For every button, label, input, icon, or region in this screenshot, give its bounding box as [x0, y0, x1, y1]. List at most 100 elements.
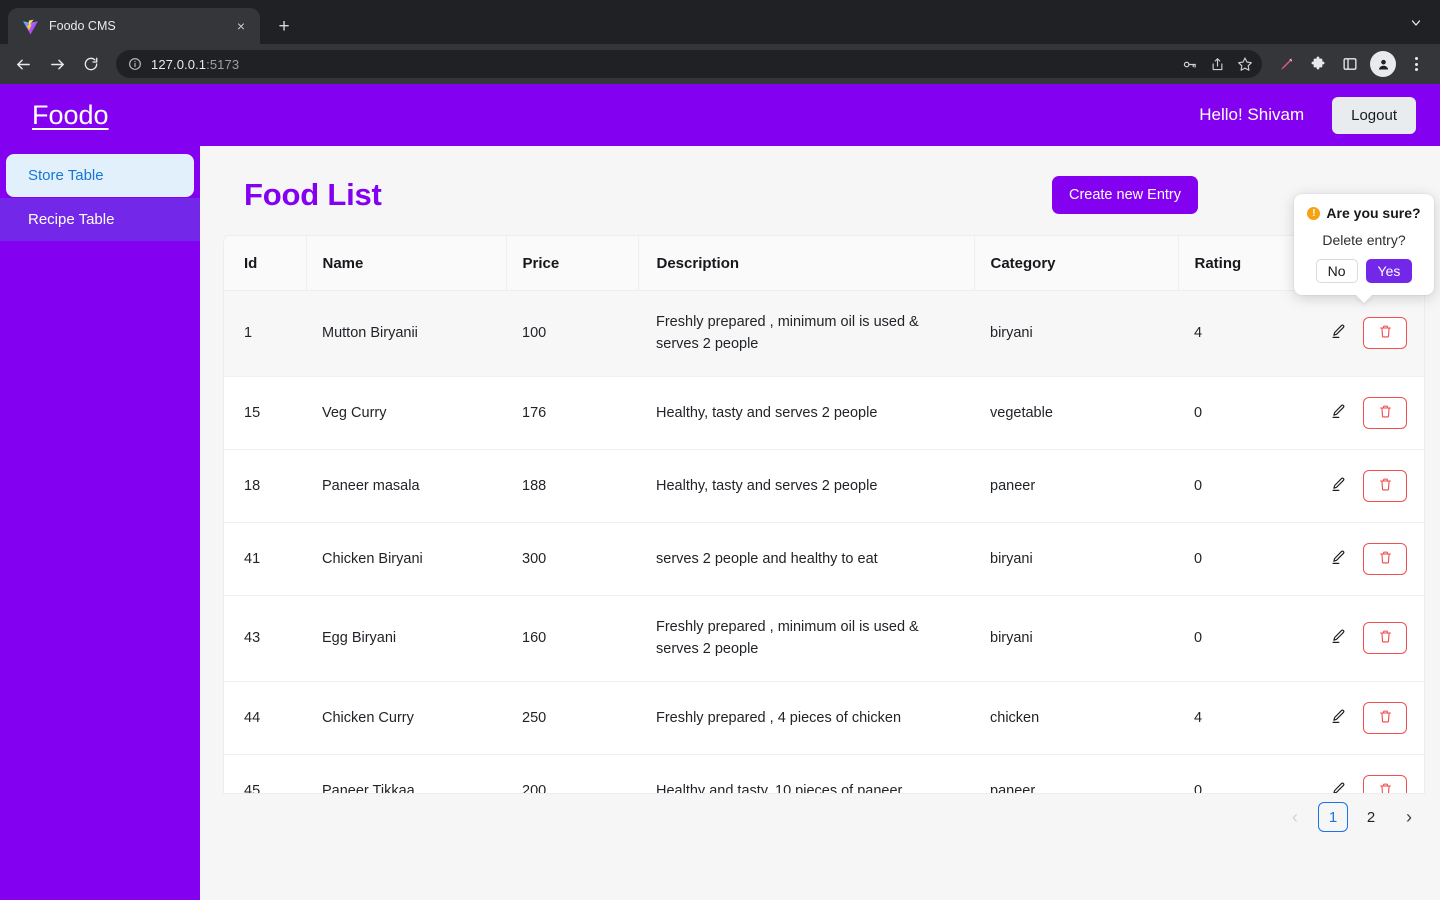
cell-name: Paneer masala	[306, 449, 506, 523]
delete-row-button[interactable]	[1363, 701, 1407, 734]
create-new-entry-button[interactable]: Create new Entry	[1051, 176, 1198, 214]
cell-id: 45	[224, 754, 306, 793]
cell-name: Veg Curry	[306, 376, 506, 450]
browser-window: Foodo CMS × + 127.0.0.1:5173 Foodo Hello…	[0, 0, 1440, 900]
cell-rating: 4	[1178, 681, 1328, 755]
share-icon[interactable]	[1204, 51, 1230, 77]
cell-id: 41	[224, 522, 306, 596]
cell-id: 44	[224, 681, 306, 755]
close-icon[interactable]: ×	[232, 17, 250, 35]
column-header-id[interactable]: Id	[224, 236, 307, 291]
pagination-prev-icon[interactable]: ‹	[1280, 802, 1310, 832]
page-body: Store Table Recipe Table Food List Creat…	[0, 146, 1440, 900]
table-body: 1 Mutton Biryanii 100 Freshly prepared , mi…	[224, 290, 1424, 793]
table-row[interactable]: 18 Paneer masala 188 Healthy, tasty and ser…	[224, 449, 1424, 523]
cell-actions	[1328, 290, 1424, 377]
delete-row-button[interactable]	[1363, 542, 1407, 575]
table-row[interactable]: 44 Chicken Curry 250 Freshly prepared , 4 p…	[224, 681, 1424, 755]
trash-icon	[1378, 629, 1393, 647]
cell-description: Healthy, tasty and serves 2 people	[638, 376, 974, 450]
pencil-icon	[1330, 476, 1347, 496]
cell-description: Healthy, tasty and serves 2 people	[638, 449, 974, 523]
edit-row-button[interactable]	[1328, 626, 1349, 650]
popover-yes-button[interactable]: Yes	[1365, 259, 1413, 283]
more-menu-icon[interactable]	[1402, 50, 1430, 78]
cell-rating: 4	[1178, 290, 1328, 377]
browser-tab[interactable]: Foodo CMS ×	[8, 8, 260, 44]
table-row[interactable]: 1 Mutton Biryanii 100 Freshly prepared , mi…	[224, 290, 1424, 377]
cell-rating: 0	[1178, 376, 1328, 450]
column-header-name[interactable]: Name	[306, 236, 507, 291]
cell-name: Egg Biryani	[306, 595, 506, 682]
header-right: Hello! Shivam Logout	[1199, 96, 1416, 134]
back-icon[interactable]	[8, 49, 38, 79]
logout-button[interactable]: Logout	[1332, 96, 1416, 134]
cell-description: Freshly prepared , minimum oil is used &…	[638, 595, 974, 682]
pen-highlighter-icon[interactable]	[1272, 50, 1300, 78]
table-row[interactable]: 41 Chicken Biryani 300 serves 2 people and …	[224, 522, 1424, 596]
chevron-down-icon[interactable]	[1402, 9, 1430, 37]
delete-row-button[interactable]	[1363, 396, 1407, 429]
table-row[interactable]: 45 Paneer Tikkaa 200 Healthy and tasty, 10 …	[224, 754, 1424, 793]
pencil-icon	[1330, 708, 1347, 728]
forward-icon[interactable]	[42, 49, 72, 79]
delete-row-button[interactable]	[1363, 317, 1407, 350]
app-brand[interactable]: Foodo	[32, 100, 109, 131]
pagination: ‹ 1 2 ›	[1280, 802, 1424, 832]
edit-row-button[interactable]	[1328, 401, 1349, 425]
popover-no-button[interactable]: No	[1315, 259, 1358, 283]
tab-strip: Foodo CMS × +	[0, 0, 1440, 44]
cell-id: 1	[224, 290, 306, 377]
delete-row-button[interactable]	[1363, 469, 1407, 502]
delete-row-button[interactable]	[1363, 622, 1407, 655]
cell-rating: 0	[1178, 449, 1328, 523]
extensions-puzzle-icon[interactable]	[1304, 50, 1332, 78]
delete-row-button[interactable]	[1363, 774, 1407, 793]
edit-row-button[interactable]	[1328, 474, 1349, 498]
cell-description: Freshly prepared , 4 pieces of chicken	[638, 681, 974, 755]
cell-id: 18	[224, 449, 306, 523]
browser-toolbar: 127.0.0.1:5173	[0, 44, 1440, 84]
new-tab-button[interactable]: +	[270, 12, 298, 40]
cell-name: Paneer Tikkaa	[306, 754, 506, 793]
page-viewport: Foodo Hello! Shivam Logout Store Table R…	[0, 84, 1440, 900]
edit-row-button[interactable]	[1328, 779, 1349, 793]
cell-actions	[1328, 522, 1424, 596]
info-icon[interactable]	[128, 57, 142, 71]
sidebar: Store Table Recipe Table	[0, 146, 200, 900]
address-bar[interactable]: 127.0.0.1:5173	[116, 50, 1262, 78]
cell-actions	[1328, 681, 1424, 755]
pagination-page-1[interactable]: 1	[1318, 802, 1348, 832]
sidebar-item-store-table[interactable]: Store Table	[6, 154, 194, 197]
password-key-icon[interactable]	[1176, 51, 1202, 77]
edit-row-button[interactable]	[1328, 547, 1349, 571]
side-panel-icon[interactable]	[1336, 50, 1364, 78]
bookmark-star-icon[interactable]	[1232, 51, 1258, 77]
column-header-price[interactable]: Price	[506, 236, 639, 291]
cell-description: serves 2 people and healthy to eat	[638, 522, 974, 596]
cell-price: 100	[506, 290, 638, 377]
edit-row-button[interactable]	[1328, 706, 1349, 730]
pagination-next-icon[interactable]: ›	[1394, 802, 1424, 832]
trash-icon	[1378, 324, 1393, 342]
popover-arrow	[1355, 294, 1373, 303]
warning-icon: !	[1307, 206, 1321, 220]
url-port: :5173	[206, 56, 240, 72]
profile-avatar-icon[interactable]	[1370, 51, 1396, 77]
column-header-description[interactable]: Description	[638, 236, 975, 291]
table-head: Id Name Price Description Category Ratin…	[224, 236, 1424, 291]
pencil-icon	[1330, 323, 1347, 343]
column-header-category[interactable]: Category	[974, 236, 1179, 291]
table-row[interactable]: 15 Veg Curry 176 Healthy, tasty and serves …	[224, 376, 1424, 450]
pagination-page-2[interactable]: 2	[1356, 802, 1386, 832]
cell-rating: 0	[1178, 522, 1328, 596]
delete-confirm-popover: ! Are you sure? Delete entry? No Yes	[1294, 194, 1434, 303]
cell-price: 300	[506, 522, 638, 596]
cell-category: chicken	[974, 681, 1178, 755]
reload-icon[interactable]	[76, 49, 106, 79]
trash-icon	[1378, 782, 1393, 793]
table-row[interactable]: 43 Egg Biryani 160 Freshly prepared , minim…	[224, 595, 1424, 682]
sidebar-item-recipe-table[interactable]: Recipe Table	[0, 198, 200, 241]
cell-description: Freshly prepared , minimum oil is used &…	[638, 290, 974, 377]
edit-row-button[interactable]	[1328, 321, 1349, 345]
